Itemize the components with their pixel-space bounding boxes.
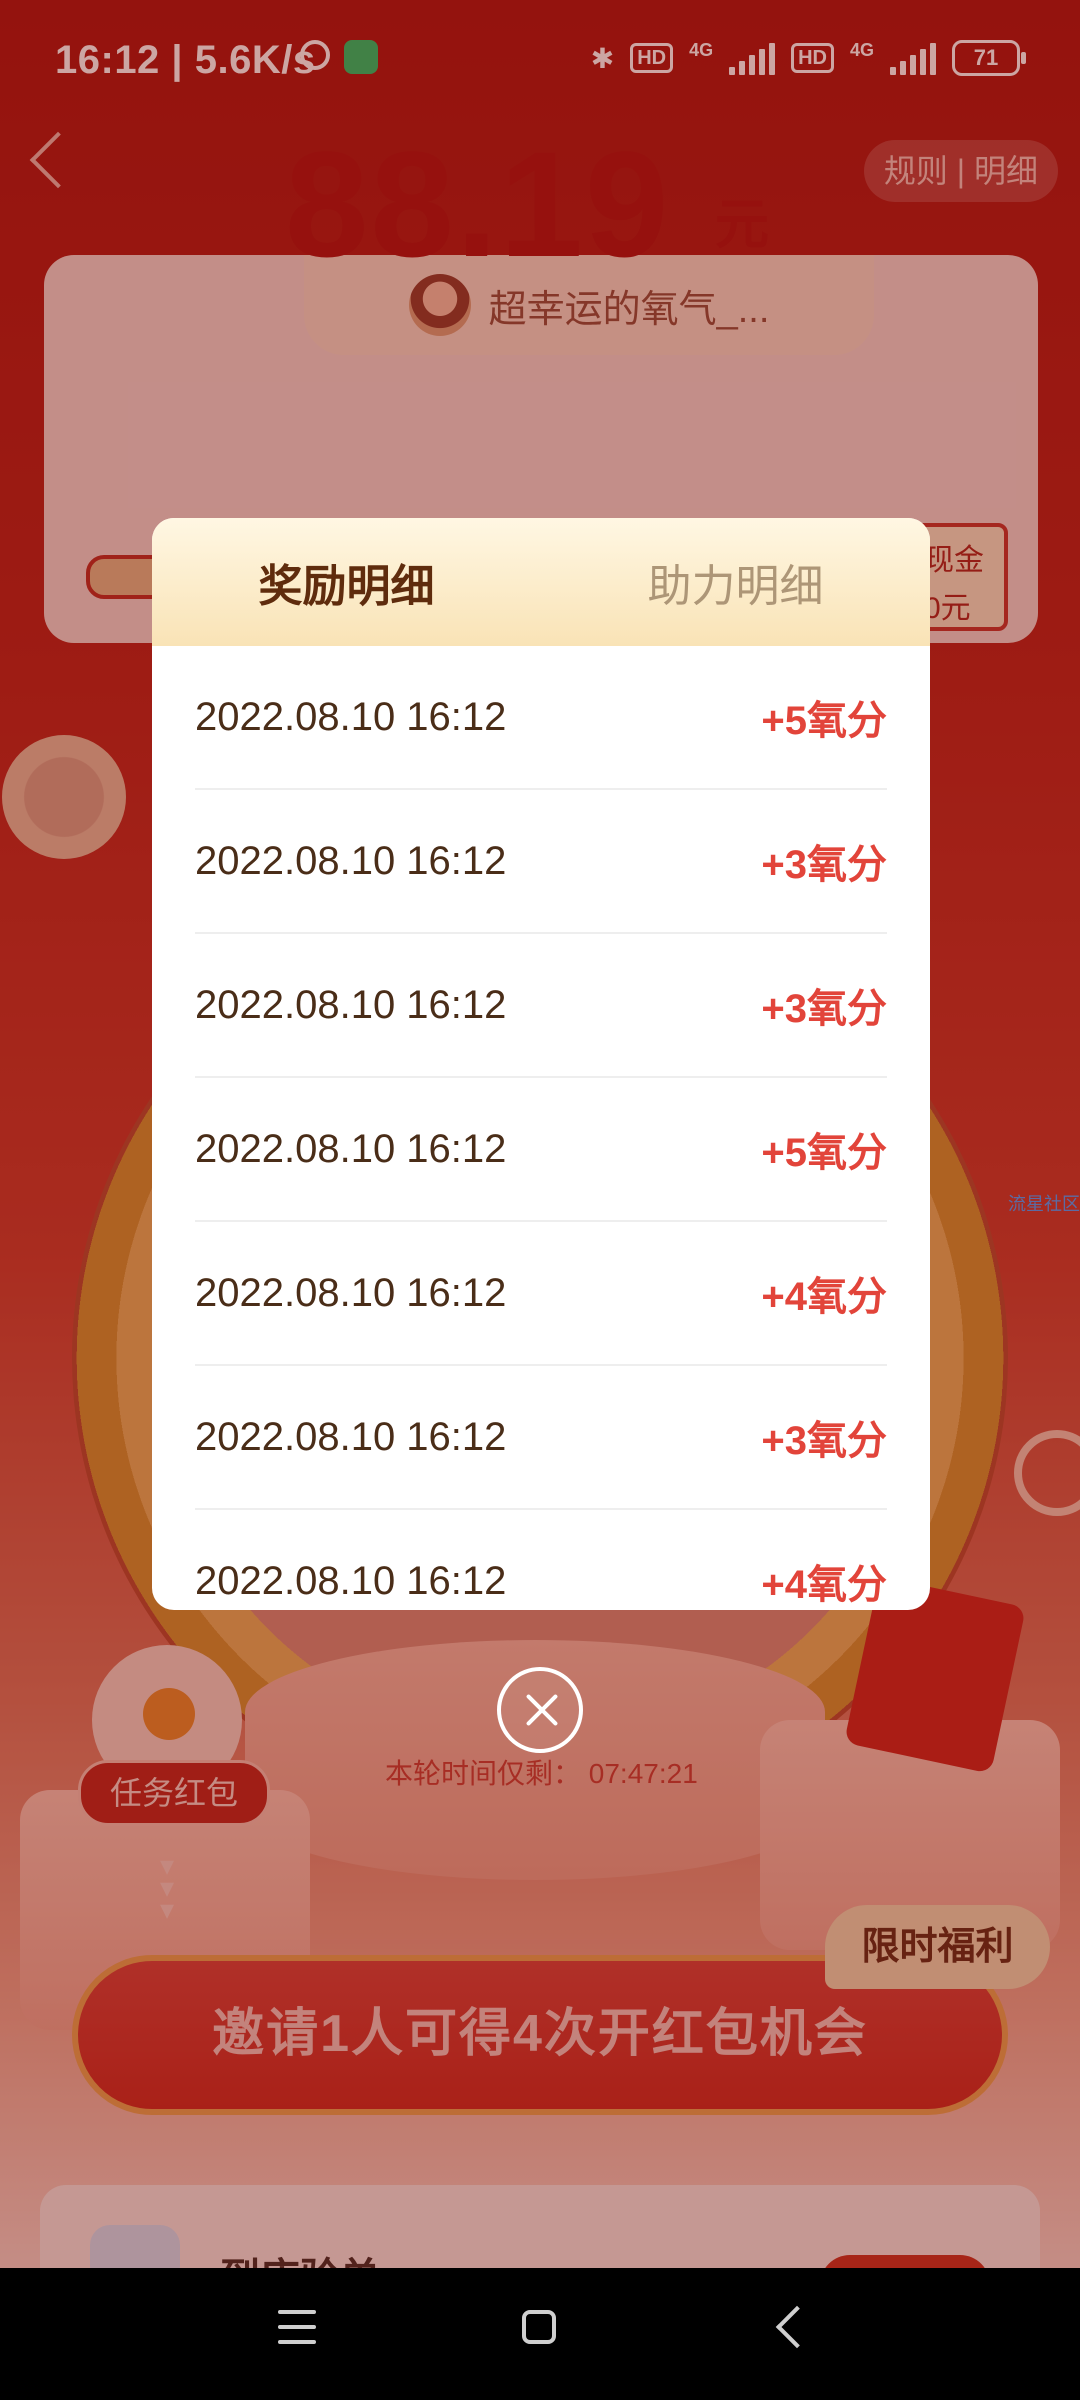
record-time: 2022.08.10 16:12 [195,982,507,1027]
record-row: 2022.08.10 16:12 +3氧分 [195,934,887,1078]
record-time: 2022.08.10 16:12 [195,1270,507,1315]
record-points: +3氧分 [761,843,887,887]
record-points: +4氧分 [761,1563,887,1607]
record-points: +4氧分 [761,1275,887,1319]
modal-tabs: 奖励明细 助力明细 [152,518,930,646]
record-time: 2022.08.10 16:12 [195,1126,507,1171]
record-list[interactable]: 2022.08.10 16:12 +5氧分 2022.08.10 16:12 +… [152,646,930,1610]
tab-reward-details[interactable]: 奖励明细 [152,518,541,646]
close-icon[interactable] [497,1667,583,1753]
record-time: 2022.08.10 16:12 [195,1558,507,1603]
record-time: 2022.08.10 16:12 [195,694,507,739]
nav-back-icon[interactable] [775,2305,819,2349]
record-row: 2022.08.10 16:12 +4氧分 [195,1510,887,1610]
tab-assist-details[interactable]: 助力明细 [541,518,930,646]
system-nav-bar [0,2268,1080,2400]
record-row: 2022.08.10 16:12 +5氧分 [195,1078,887,1222]
record-time: 2022.08.10 16:12 [195,1414,507,1459]
record-row: 2022.08.10 16:12 +4氧分 [195,1222,887,1366]
menu-icon[interactable] [278,2310,316,2344]
home-icon[interactable] [522,2310,556,2344]
details-modal: 奖励明细 助力明细 2022.08.10 16:12 +5氧分 2022.08.… [152,518,930,1610]
record-points: +3氧分 [761,1419,887,1463]
record-row: 2022.08.10 16:12 +5氧分 [195,646,887,790]
record-points: +5氧分 [761,699,887,743]
record-row: 2022.08.10 16:12 +3氧分 [195,790,887,934]
record-time: 2022.08.10 16:12 [195,838,507,883]
record-points: +5氧分 [761,1131,887,1175]
record-row: 2022.08.10 16:12 +3氧分 [195,1366,887,1510]
record-points: +3氧分 [761,987,887,1031]
